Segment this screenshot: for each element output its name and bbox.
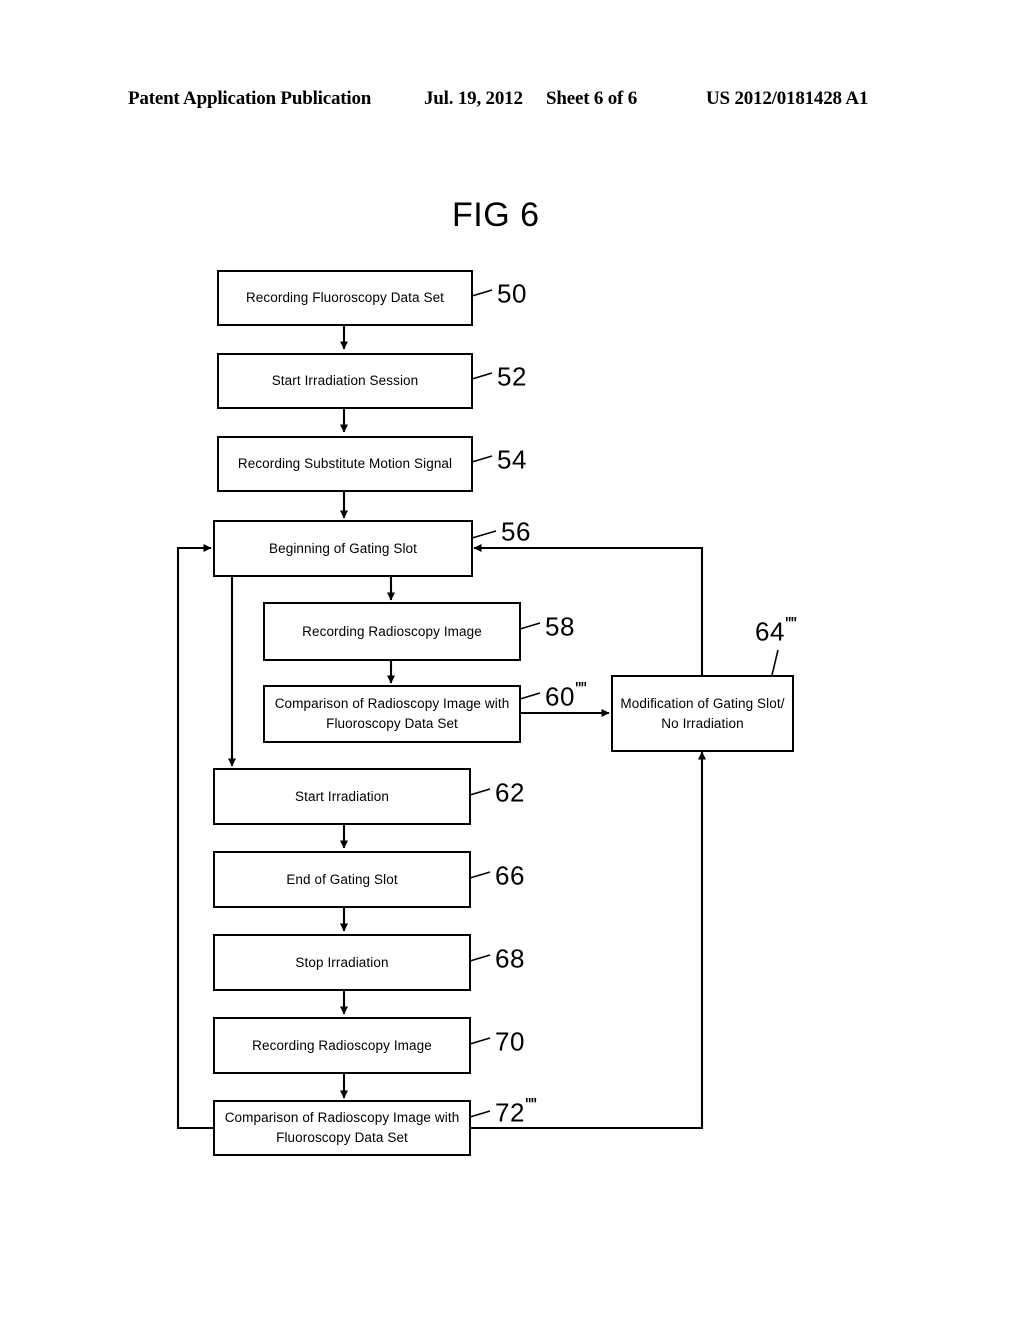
node-label-line2: Fluoroscopy Data Set <box>326 716 458 731</box>
ref-numeral-50: 50 <box>497 278 527 309</box>
leader-50 <box>471 289 493 297</box>
ref-numeral-52: 52 <box>497 361 527 392</box>
node-stop-irradiation[interactable]: Stop Irradiation <box>213 934 471 991</box>
node-start-irradiation-session[interactable]: Start Irradiation Session <box>217 353 473 409</box>
node-recording-fluoroscopy-data-set[interactable]: Recording Fluoroscopy Data Set <box>217 270 473 326</box>
leader-64 <box>771 649 779 676</box>
node-label-line1: Start Irradiation <box>295 788 389 804</box>
ref-numeral-72: 72'''' <box>495 1095 537 1128</box>
node-comparison-radioscopy-fluoroscopy-72[interactable]: Comparison of Radioscopy Image with Fluo… <box>213 1100 471 1156</box>
node-label-line1: Recording Radioscopy Image <box>302 623 482 639</box>
node-label-line2: Fluoroscopy Data Set <box>276 1130 408 1145</box>
node-label-line1: Comparison of Radioscopy Image with <box>274 696 510 712</box>
leader-66 <box>469 871 491 879</box>
leader-56 <box>471 530 497 539</box>
ref-numeral-60: 60'''' <box>545 679 587 712</box>
ref-numeral-56: 56 <box>501 516 531 547</box>
node-label-line2: No Irradiation <box>661 715 744 731</box>
leader-62 <box>469 788 491 796</box>
node-start-irradiation[interactable]: Start Irradiation <box>213 768 471 825</box>
node-comparison-radioscopy-fluoroscopy-60[interactable]: Comparison of Radioscopy Image with Fluo… <box>263 685 521 743</box>
ref-numeral-64: 64'''' <box>755 614 797 647</box>
leader-54 <box>471 455 493 463</box>
leader-68 <box>469 954 491 962</box>
ref-numeral-66: 66 <box>495 860 525 891</box>
leader-72 <box>469 1110 491 1118</box>
ref-numeral-62: 62 <box>495 777 525 808</box>
node-recording-radioscopy-image-58[interactable]: Recording Radioscopy Image <box>263 602 521 661</box>
node-end-of-gating-slot[interactable]: End of Gating Slot <box>213 851 471 908</box>
node-label-line1: Stop Irradiation <box>295 954 389 970</box>
leader-52 <box>471 372 493 380</box>
node-label-line1: Beginning of Gating Slot <box>269 540 417 556</box>
ref-numeral-70: 70 <box>495 1026 525 1057</box>
node-label-line1: Modification of Gating Slot/ <box>620 695 785 711</box>
leader-58 <box>519 622 541 630</box>
edge-72-56-loop <box>176 544 213 1130</box>
node-modification-gating-slot-no-irradiation[interactable]: Modification of Gating Slot/ No Irradiat… <box>611 675 794 752</box>
ref-numeral-68: 68 <box>495 943 525 974</box>
node-label-line1: End of Gating Slot <box>286 871 398 887</box>
node-label-line1: Recording Radioscopy Image <box>252 1037 432 1053</box>
leader-70 <box>469 1037 491 1045</box>
ref-numeral-54: 54 <box>497 444 527 475</box>
node-label-line1: Comparison of Radioscopy Image with <box>224 1110 460 1126</box>
node-recording-radioscopy-image-70[interactable]: Recording Radioscopy Image <box>213 1017 471 1074</box>
node-label-line1: Start Irradiation Session <box>271 373 419 389</box>
node-beginning-of-gating-slot[interactable]: Beginning of Gating Slot <box>213 520 473 577</box>
leader-60 <box>519 692 541 700</box>
node-label-line1: Recording Substitute Motion Signal <box>237 456 453 472</box>
flowchart: Recording Fluoroscopy Data Set Start Irr… <box>0 0 1024 1320</box>
node-label-line1: Recording Fluoroscopy Data Set <box>245 290 445 306</box>
ref-numeral-58: 58 <box>545 611 575 642</box>
node-recording-substitute-motion-signal[interactable]: Recording Substitute Motion Signal <box>217 436 473 492</box>
